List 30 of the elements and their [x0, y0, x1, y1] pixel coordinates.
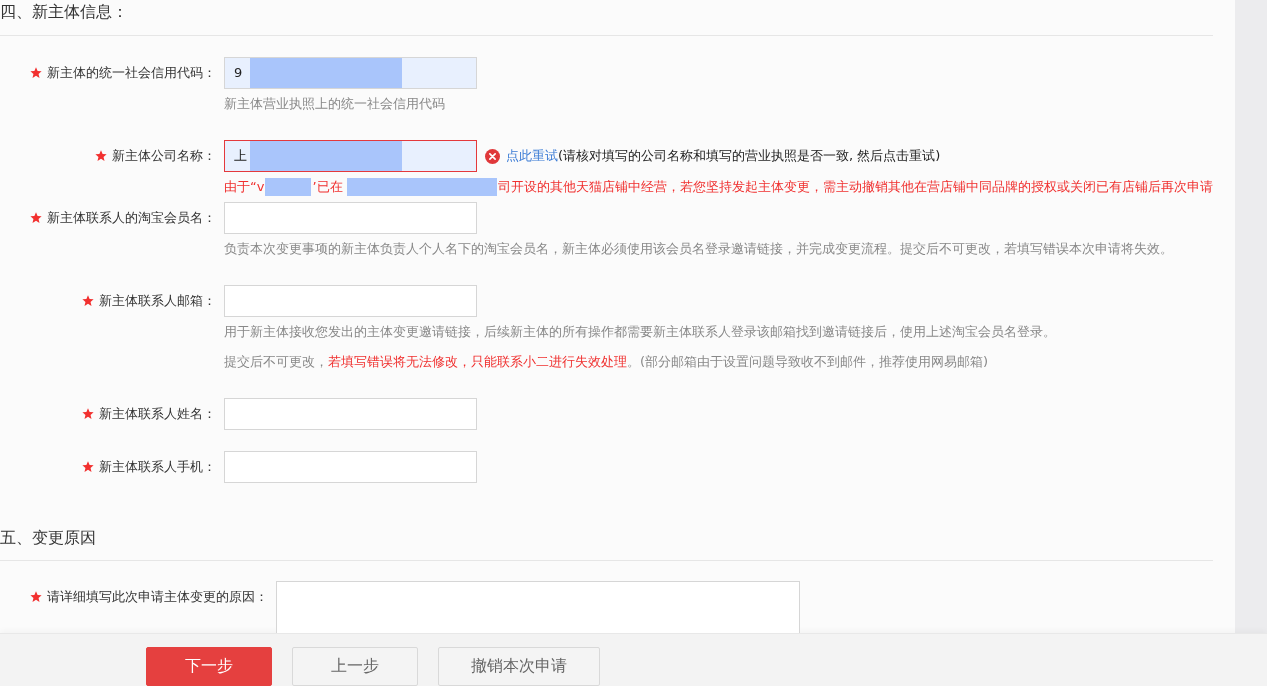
error-text: ’已在: [312, 178, 343, 196]
input-field[interactable]: 9: [224, 57, 477, 89]
section-title: 四、新主体信息：: [0, 2, 128, 21]
field-label: 请详细填写此次申请主体变更的原因：: [47, 588, 268, 606]
redaction-block: [265, 178, 312, 196]
field-label: 新主体联系人姓名：: [99, 405, 216, 423]
error-icon: [485, 148, 500, 164]
cancel-request-button[interactable]: 撤销本次申请: [438, 647, 600, 686]
input-field[interactable]: [224, 398, 477, 430]
hint-text: 新主体营业执照上的统一社会信用代码: [224, 95, 445, 113]
field-label: 新主体的统一社会信用代码：: [47, 64, 216, 82]
retry-note: (请核对填写的公司名称和填写的营业执照是否一致, 然后点击重试): [558, 147, 941, 165]
retry-link[interactable]: 点此重试: [506, 147, 558, 165]
error-text: 由于“v: [224, 178, 265, 196]
field-label: 新主体联系人邮箱：: [99, 292, 216, 310]
hint-text: 提交后不可更改，若填写错误将无法修改，只能联系小二进行失效处理。(部分邮箱由于设置问题导致收不到邮件，推荐使用网易邮箱): [224, 353, 989, 371]
field-label: 新主体联系人手机：: [99, 458, 216, 476]
hint-text: 负责本次变更事项的新主体负责人个人名下的淘宝会员名，新主体必须使用该会员名登录邀请链接，并完成变更流程。提交后不可更改，若填写错误本次申请将失效。: [224, 240, 1173, 258]
field-label: 新主体联系人的淘宝会员名：: [47, 209, 216, 227]
hint-text: 用于新主体接收您发出的主体变更邀请链接，后续新主体的所有操作都需要新主体联系人登录该邮箱找到邀请链接后，使用上述淘宝会员名登录。: [224, 323, 1056, 341]
section-title: 五、变更原因: [0, 528, 96, 547]
previous-step-button[interactable]: 上一步: [292, 647, 418, 686]
field-label: 新主体公司名称：: [112, 147, 216, 165]
next-step-button[interactable]: 下一步: [146, 647, 272, 686]
input-field[interactable]: [224, 451, 477, 483]
input-field[interactable]: 上: [224, 140, 477, 172]
error-text: 司开设的其他天猫店铺中经营，若您坚持发起主体变更，需主动撤销其他在营店铺中同品牌的授权或关闭已有店铺后再次申请: [497, 178, 1213, 196]
textarea-field[interactable]: [276, 581, 800, 633]
input-field[interactable]: [224, 202, 477, 234]
input-field[interactable]: [224, 285, 477, 317]
